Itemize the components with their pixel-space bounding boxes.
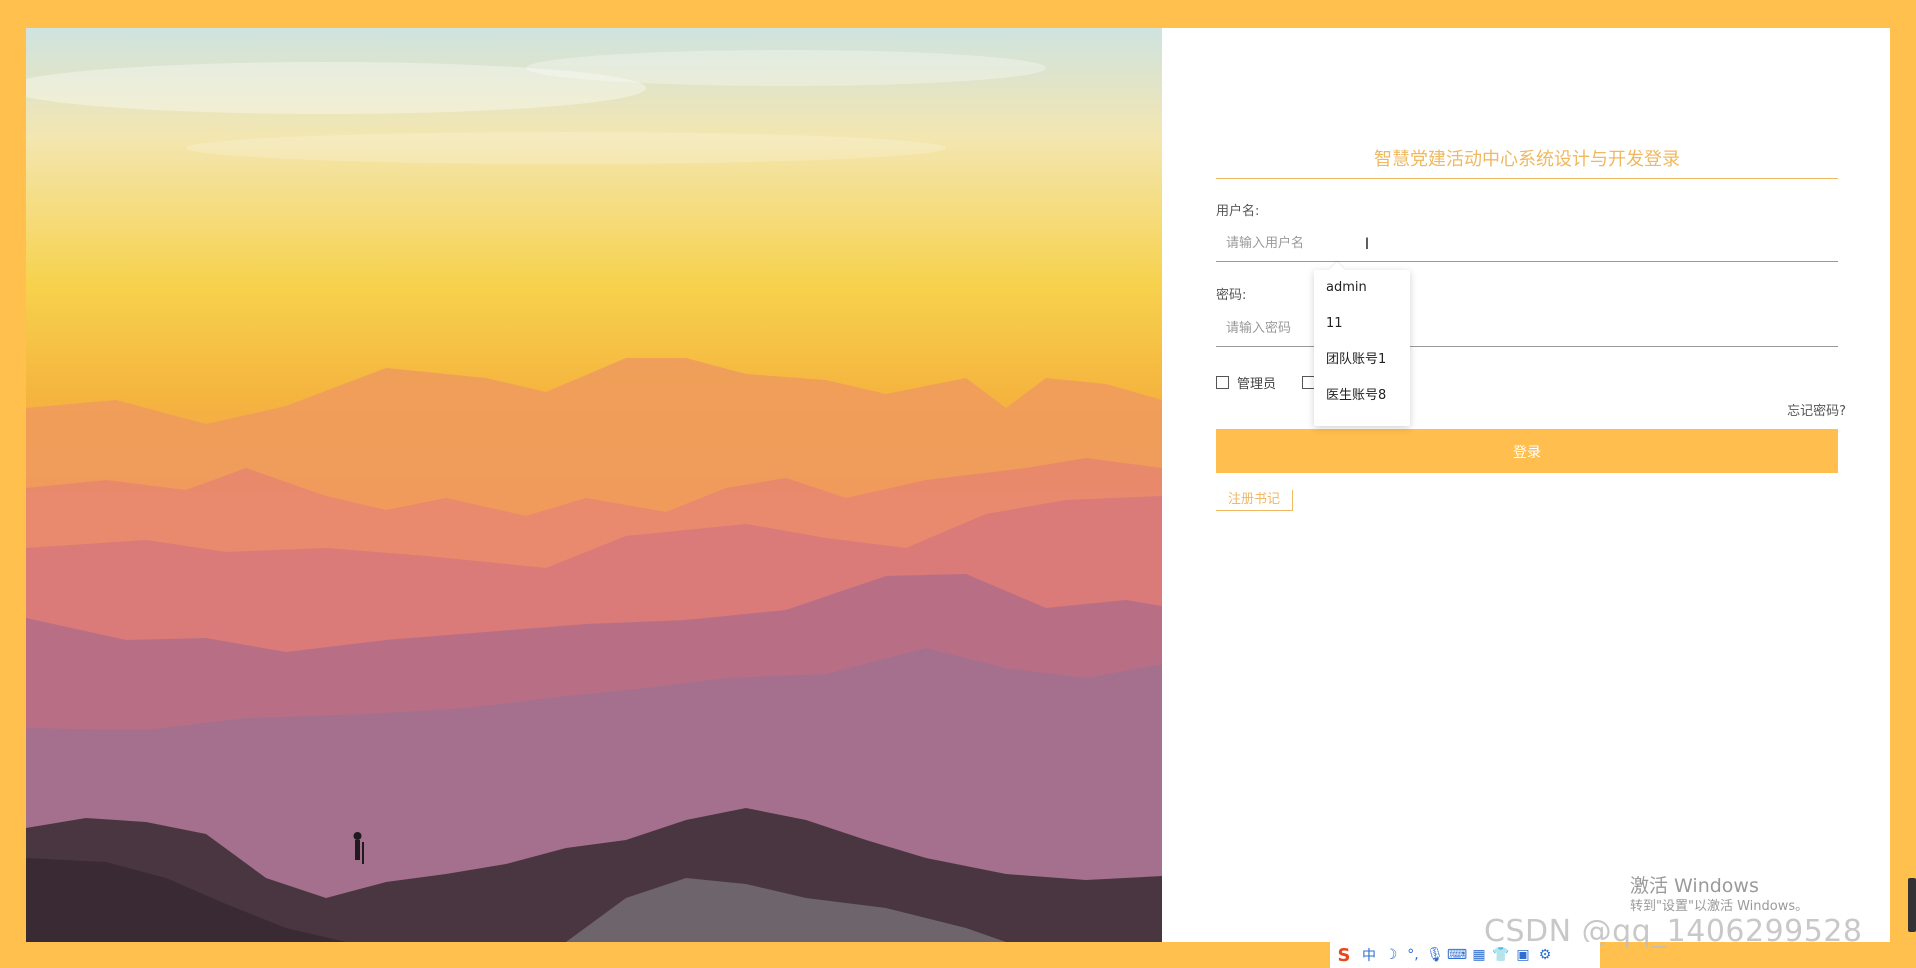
activation-title: 激活 Windows	[1630, 875, 1759, 897]
punctuation-icon[interactable]: °,	[1402, 947, 1424, 963]
autocomplete-item[interactable]: 医生账号8	[1314, 378, 1410, 414]
username-autocomplete: admin 11 团队账号1 医生账号8	[1314, 261, 1410, 426]
autocomplete-item[interactable]: 11	[1314, 306, 1410, 342]
username-input[interactable]	[1216, 226, 1838, 262]
autocomplete-item[interactable]: admin	[1314, 270, 1410, 306]
skin-icon[interactable]: 👕	[1490, 947, 1512, 963]
text-cursor-icon: I	[1364, 234, 1370, 253]
toolbox-icon[interactable]: ▣	[1512, 947, 1534, 963]
register-link[interactable]: 注册书记	[1216, 490, 1293, 511]
autocomplete-item[interactable]: 团队账号1	[1314, 342, 1410, 378]
hero-image	[26, 28, 1162, 942]
microphone-icon[interactable]: 🎙	[1424, 947, 1446, 963]
ime-toolbar: S 中 ☽ °, 🎙 ⌨ ▦ 👕 ▣ ⚙	[1330, 942, 1600, 968]
username-label: 用户名:	[1216, 204, 1260, 219]
login-panel: 智慧党建活动中心系统设计与开发登录 用户名: I 密码: 管理员 忘记密码? 登…	[1162, 28, 1890, 942]
keyboard-icon[interactable]: ⌨	[1446, 947, 1468, 963]
sogou-logo-icon[interactable]: S	[1330, 945, 1358, 966]
mountain-landscape-image	[26, 28, 1162, 942]
password-label: 密码:	[1216, 288, 1247, 303]
page-frame: 智慧党建活动中心系统设计与开发登录 用户名: I 密码: 管理员 忘记密码? 登…	[26, 28, 1890, 942]
moon-icon[interactable]: ☽	[1380, 947, 1402, 963]
windows-activation-watermark: 激活 Windows 转到"设置"以激活 Windows。	[1630, 874, 1808, 916]
password-input[interactable]	[1216, 311, 1838, 347]
scrollbar-edge[interactable]	[1908, 878, 1916, 932]
role-admin-option[interactable]: 管理员	[1216, 373, 1276, 392]
role-admin-label: 管理员	[1237, 377, 1277, 392]
login-title: 智慧党建活动中心系统设计与开发登录	[1216, 148, 1838, 179]
settings-icon[interactable]: ⚙	[1534, 947, 1556, 963]
login-button[interactable]: 登录	[1216, 429, 1838, 473]
ime-mode-label[interactable]: 中	[1358, 945, 1380, 965]
grid-icon[interactable]: ▦	[1468, 947, 1490, 963]
forgot-password-link[interactable]: 忘记密码?	[1787, 400, 1846, 419]
role-admin-checkbox[interactable]	[1216, 376, 1229, 389]
